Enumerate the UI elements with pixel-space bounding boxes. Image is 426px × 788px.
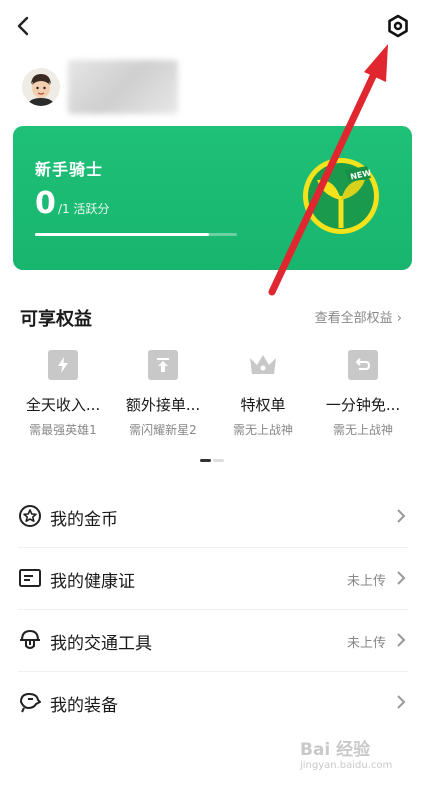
lightning-icon xyxy=(48,350,78,380)
upload-icon xyxy=(148,350,178,380)
carousel-dot-active xyxy=(200,459,211,462)
chevron-left-icon[interactable] xyxy=(10,12,38,40)
benefit-item[interactable]: 一分钟免... 需无上战神 xyxy=(310,350,416,438)
progress-track xyxy=(35,233,237,236)
benefits-title: 可享权益 xyxy=(20,309,92,330)
username-blurred xyxy=(68,60,178,114)
watermark-sub: jingyan.baidu.com xyxy=(300,760,393,771)
benefit-item[interactable]: 额外接单... 需闪耀新星2 xyxy=(110,350,216,438)
menu-item-health-cert[interactable]: 我的健康证 未上传 xyxy=(18,548,408,610)
menu-label: 我的装备 xyxy=(50,696,118,716)
menu-item-equipment[interactable]: 我的装备 xyxy=(18,672,408,734)
benefit-item[interactable]: 全天收入... 需最强英雄1 xyxy=(10,350,116,438)
benefit-name: 全天收入... xyxy=(25,396,101,414)
chevron-right-icon xyxy=(396,694,406,710)
menu-item-vehicle[interactable]: 我的交通工具 未上传 xyxy=(18,610,408,672)
menu-label: 我的健康证 xyxy=(50,572,135,592)
benefit-name: 额外接单... xyxy=(125,396,201,414)
profile-header xyxy=(20,60,320,120)
carousel-dot xyxy=(213,459,224,462)
benefit-requirement: 需最强英雄1 xyxy=(29,423,97,437)
menu-list: 我的金币 我的健康证 未上传 我的交通工具 未上传 我的装备 xyxy=(0,486,426,734)
progress-fill xyxy=(35,233,209,236)
view-all-label: 查看全部权益 xyxy=(314,311,393,326)
avatar[interactable] xyxy=(22,68,60,106)
benefit-name: 一分钟免... xyxy=(325,396,401,414)
view-all-benefits-link[interactable]: 查看全部权益 › xyxy=(315,307,402,326)
carousel-indicator xyxy=(200,459,226,462)
chevron-right-icon: › xyxy=(396,311,402,326)
chevron-right-icon xyxy=(396,508,406,524)
benefit-name: 特权单 xyxy=(240,396,286,414)
helmet-icon xyxy=(18,628,42,652)
menu-status: 未上传 xyxy=(346,574,386,589)
level-title: 新手骑士 xyxy=(35,160,104,179)
rider-level-card[interactable]: 新手骑士 0 /1 活跃分 NEW xyxy=(13,126,412,270)
chevron-right-icon xyxy=(396,632,406,648)
top-bar xyxy=(0,0,426,56)
crown-icon xyxy=(248,350,278,380)
undo-icon xyxy=(348,350,378,380)
star-coin-icon xyxy=(18,504,42,528)
menu-item-coins[interactable]: 我的金币 xyxy=(18,486,408,548)
activity-score-unit: /1 活跃分 xyxy=(58,202,110,216)
menu-label: 我的金币 xyxy=(50,510,118,530)
benefit-requirement: 需无上战神 xyxy=(232,423,293,437)
benefit-item[interactable]: 特权单 需无上战神 xyxy=(210,350,316,438)
chevron-right-icon xyxy=(396,570,406,586)
id-card-icon xyxy=(18,566,42,590)
benefit-requirement: 需无上战神 xyxy=(332,423,393,437)
menu-label: 我的交通工具 xyxy=(50,634,152,654)
benefits-row: 全天收入... 需最强英雄1 额外接单... 需闪耀新星2 特权单 需无上战神 … xyxy=(0,350,426,450)
benefit-requirement: 需闪耀新星2 xyxy=(129,423,197,437)
settings-icon[interactable] xyxy=(384,12,412,40)
watermark-text: Bai 经验 xyxy=(300,740,371,760)
watermark: Bai 经验 jingyan.baidu.com xyxy=(300,735,420,775)
menu-status: 未上传 xyxy=(346,636,386,651)
activity-score: 0 xyxy=(35,186,56,221)
equipment-icon xyxy=(18,690,42,714)
sprout-badge-icon: NEW xyxy=(301,156,381,236)
